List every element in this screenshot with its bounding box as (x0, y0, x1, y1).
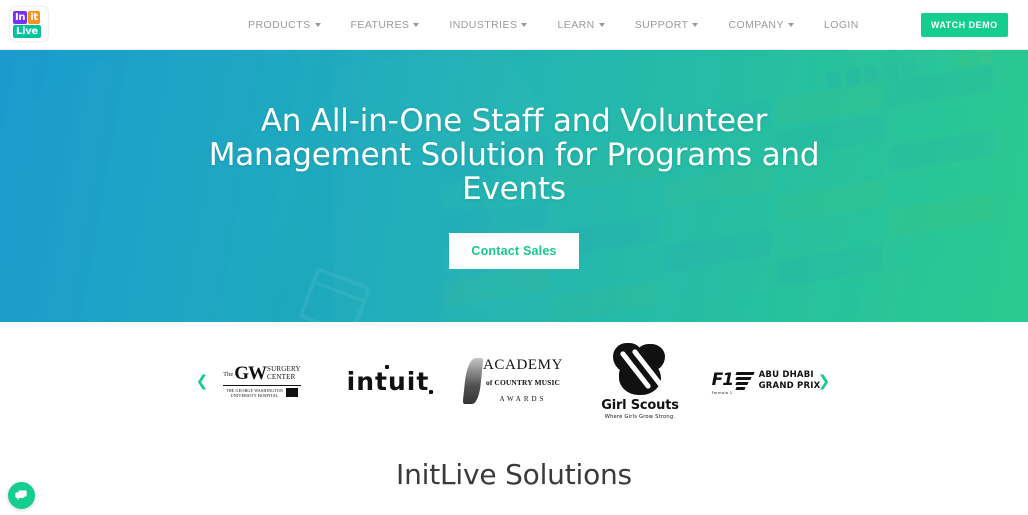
acm-line2: of COUNTRY MUSIC (486, 378, 560, 387)
acm-line3: AWARDS (499, 395, 547, 403)
client-logo-gw-surgery-center[interactable]: The GW SURGERY CENTER THE GEORGE WASHING… (199, 341, 325, 421)
nav-item-industries[interactable]: INDUSTRIES (449, 18, 528, 31)
gw-the-label: The (223, 372, 234, 379)
nav-item-products[interactable]: PRODUCTS (248, 19, 321, 31)
nav-item-learn[interactable]: LEARN (557, 18, 605, 31)
nav-item-label: SUPPORT (634, 18, 689, 31)
acm-line1: ACADEMY (482, 357, 564, 373)
nav-item-label: PRODUCTS (248, 18, 311, 31)
logo-chip-it: it (28, 10, 40, 24)
client-logo-carousel: ❮ The GW SURGERY CENTER THE GEORGE WASHI… (0, 322, 1028, 440)
hero-title: An All-in-One Staff and Volunteer Manage… (208, 102, 820, 207)
chevron-down-icon (521, 22, 528, 27)
client-logo-acm-awards[interactable]: ACADEMY of COUNTRY MUSIC AWARDS (451, 341, 577, 421)
f1-logo-art: F1 Formula 1 ABU DHABI GRAND PRIX (711, 369, 821, 395)
client-logo-abu-dhabi-grand-prix[interactable]: F1 Formula 1 ABU DHABI GRAND PRIX (703, 341, 829, 421)
chevron-down-icon (692, 22, 699, 27)
top-navbar: In it Live PRODUCTS FEATURES INDUSTRIES … (0, 0, 1028, 50)
girl-scouts-logo-art: Girl Scouts Where Girls Grow Strong. (601, 342, 679, 420)
chevron-down-icon (598, 22, 605, 27)
gw-subtitle-text: THE GEORGE WASHINGTON UNIVERSITY HOSPITA… (226, 388, 283, 398)
chevron-down-icon (413, 22, 420, 27)
contact-sales-button[interactable]: Contact Sales (449, 232, 579, 269)
acm-logo-art: ACADEMY of COUNTRY MUSIC AWARDS (462, 357, 563, 405)
chevron-right-icon[interactable]: ❯ (814, 371, 834, 391)
hero-content: An All-in-One Staff and Volunteer Manage… (0, 104, 1028, 269)
nav-item-label: INDUSTRIES (449, 18, 518, 31)
f1-mark-icon: F1 Formula 1 (711, 369, 755, 395)
f1-formula-label: Formula 1 (711, 391, 733, 395)
solutions-heading: InitLive Solutions (396, 458, 632, 491)
client-logo-intuit[interactable]: intuit (325, 341, 451, 421)
intuit-wordmark: intuit (346, 364, 434, 396)
intuit-text: intuit (346, 366, 430, 396)
gw-logo-primary-row: The GW SURGERY CENTER (223, 364, 300, 383)
watch-demo-button[interactable]: WATCH DEMO (920, 12, 1008, 37)
f1-speed-lines-icon (735, 372, 755, 390)
logo-row-top: In it (13, 10, 40, 24)
gw-line1: SURGERY (267, 365, 301, 374)
nav-item-label: FEATURES (350, 18, 410, 31)
hero-section: 12 An All-in-One Staff and Volunteer Man… (0, 50, 1028, 322)
nav-item-label: LOGIN (823, 18, 859, 31)
solutions-section: InitLive Solutions Whether you are runni… (0, 440, 1028, 515)
client-logo-track: The GW SURGERY CENTER THE GEORGE WASHING… (199, 341, 829, 421)
abu-dhabi-line2: GRAND PRIX (758, 381, 821, 391)
gw-subtitle: THE GEORGE WASHINGTON UNIVERSITY HOSPITA… (223, 388, 300, 398)
acm-text: ACADEMY of COUNTRY MUSIC AWARDS (483, 357, 563, 405)
intuit-period-icon (429, 389, 434, 394)
logo-chip-in: In (13, 10, 28, 24)
f1-letter: F1 (711, 370, 734, 390)
chat-widget-button[interactable] (8, 482, 35, 509)
divider (223, 384, 301, 386)
chat-bubble-icon (15, 490, 27, 500)
nav-item-company[interactable]: COMPANY (728, 18, 794, 31)
chevron-down-icon (787, 22, 794, 27)
logo-chip-live: Live (13, 24, 41, 38)
acm-plume-icon (462, 358, 484, 404)
nav-item-label: COMPANY (728, 18, 784, 31)
gw-sub2: UNIVERSITY HOSPITAL (230, 392, 279, 398)
trefoil-icon (609, 342, 671, 395)
nav-item-support[interactable]: SUPPORT (635, 19, 699, 31)
chevron-down-icon (314, 22, 321, 27)
gw-surgery-center: SURGERY CENTER (267, 365, 301, 383)
girl-scouts-tagline: Where Girls Grow Strong. (604, 413, 676, 420)
nav-links: PRODUCTS FEATURES INDUSTRIES LEARN SUPPO… (248, 0, 1008, 49)
nav-item-label: LEARN (557, 18, 595, 31)
logo-row-bottom: Live (13, 24, 41, 38)
nav-item-login[interactable]: LOGIN (824, 19, 859, 31)
initlive-logo[interactable]: In it Live (10, 7, 48, 41)
gw-seal-icon (286, 388, 299, 398)
girl-scouts-title: Girl Scouts (601, 397, 679, 413)
abu-dhabi-line1: ABU DHABI (758, 370, 814, 380)
abu-dhabi-text: ABU DHABI GRAND PRIX (759, 370, 821, 392)
gw-logo-art: The GW SURGERY CENTER THE GEORGE WASHING… (223, 364, 301, 398)
nav-item-features[interactable]: FEATURES (351, 19, 420, 31)
gw-line2: CENTER (267, 373, 296, 382)
gw-initials: GW (234, 363, 267, 385)
client-logo-girl-scouts[interactable]: Girl Scouts Where Girls Grow Strong. (577, 341, 703, 421)
intuit-dot-icon (384, 364, 389, 369)
